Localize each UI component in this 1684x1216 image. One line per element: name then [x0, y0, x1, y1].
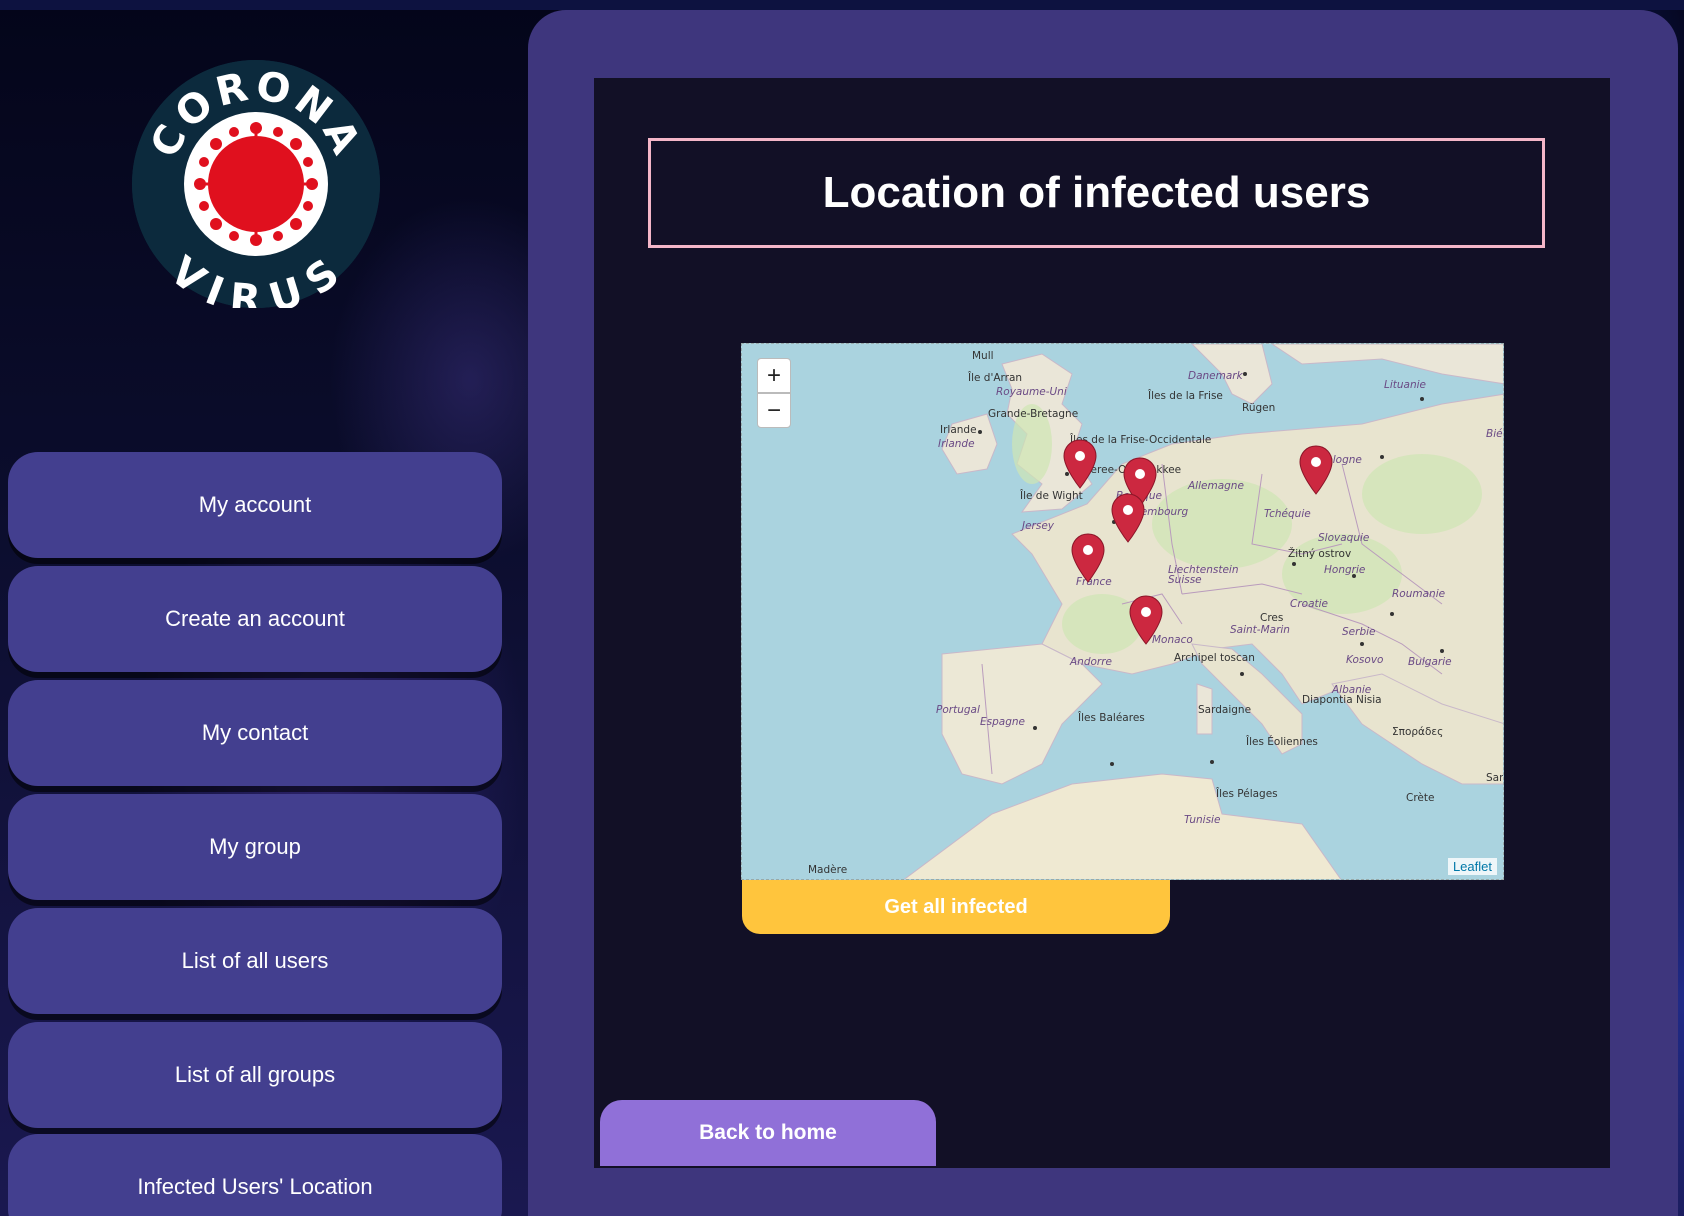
map-label: Portugal — [936, 704, 980, 716]
map-label: Diapontia Nisia — [1302, 694, 1382, 706]
map-marker-icon[interactable] — [1070, 532, 1106, 584]
map-label: Rügen — [1242, 402, 1276, 414]
map-label: Île de Wight — [1020, 490, 1083, 502]
back-to-home-button[interactable]: Back to home — [600, 1100, 936, 1166]
map-label: Royaume-Uni — [996, 386, 1067, 398]
map-label: Mull — [972, 350, 994, 362]
map-marker-icon[interactable] — [1110, 492, 1146, 544]
map-label: Hongrie — [1324, 564, 1366, 576]
map-label: Andorre — [1070, 656, 1113, 668]
map-label: Îles Éoliennes — [1246, 736, 1318, 748]
map-label: Žitný ostrov — [1288, 548, 1352, 560]
map-label: Cres — [1260, 612, 1284, 624]
map-label: Suisse — [1168, 574, 1202, 586]
coronavirus-logo-icon: CORONA VIRUS — [132, 60, 380, 308]
map-label: Lituanie — [1384, 379, 1427, 391]
map-label: Îles de la Frise — [1148, 390, 1223, 402]
title-box: Location of infected users — [648, 138, 1545, 248]
map-label: Jersey — [1022, 520, 1055, 532]
map-label: Île d'Arran — [968, 372, 1023, 384]
map-label: Kosovo — [1346, 654, 1384, 666]
zoom-out-button[interactable]: − — [757, 393, 791, 428]
sidebar-item-list-users[interactable]: List of all users — [8, 908, 502, 1014]
sidebar-item-create-account[interactable]: Create an account — [8, 566, 502, 672]
map-label: Archipel toscan — [1174, 652, 1255, 664]
map-marker-icon[interactable] — [1298, 444, 1334, 496]
map-label: Îles Pélages — [1216, 788, 1278, 800]
map-label: Allemagne — [1188, 480, 1244, 492]
map-attribution-link[interactable]: Leaflet — [1447, 858, 1497, 875]
get-all-infected-button[interactable]: Get all infected — [742, 880, 1170, 934]
sidebar-item-my-group[interactable]: My group — [8, 794, 502, 900]
map[interactable]: Mull Île d'Arran Royaume-Uni Grande-Bret… — [741, 343, 1504, 880]
map-label: Îles Baléares — [1078, 712, 1145, 724]
map-label: Crète — [1406, 792, 1435, 804]
map-label: Croatie — [1290, 598, 1329, 610]
map-label: Sam — [1486, 772, 1503, 784]
map-label: Saint-Marin — [1230, 624, 1290, 636]
sidebar: CORONA VIRUS My account Create an accoun… — [8, 0, 504, 1216]
map-base — [742, 344, 1503, 879]
map-label: Danemark — [1188, 370, 1243, 382]
sidebar-item-my-contact[interactable]: My contact — [8, 680, 502, 786]
sidebar-item-infected-location[interactable]: Infected Users' Location — [8, 1134, 502, 1216]
map-label: Slovaquie — [1318, 532, 1370, 544]
sidebar-item-list-groups[interactable]: List of all groups — [8, 1022, 502, 1128]
sidebar-item-my-account[interactable]: My account — [8, 452, 502, 558]
map-marker-icon[interactable] — [1128, 594, 1164, 646]
map-label: Madère — [808, 864, 848, 876]
page-title: Location of infected users — [822, 168, 1371, 217]
map-label: Bulgarie — [1408, 656, 1452, 668]
map-label: Grande-Bretagne — [988, 408, 1079, 420]
map-label: Σποράδες — [1392, 726, 1444, 738]
map-label: Irlande — [938, 438, 975, 450]
map-label: Roumanie — [1392, 588, 1446, 600]
map-label: Bié — [1486, 428, 1503, 440]
map-marker-icon[interactable] — [1062, 438, 1098, 490]
map-label: Tchéquie — [1264, 508, 1311, 520]
map-label: Sardaigne — [1198, 704, 1252, 716]
map-label: Irlande — [940, 424, 977, 436]
map-label: Espagne — [980, 716, 1025, 728]
map-label: Tunisie — [1184, 814, 1221, 826]
map-label: Serbie — [1342, 626, 1376, 638]
zoom-in-button[interactable]: + — [757, 358, 791, 393]
